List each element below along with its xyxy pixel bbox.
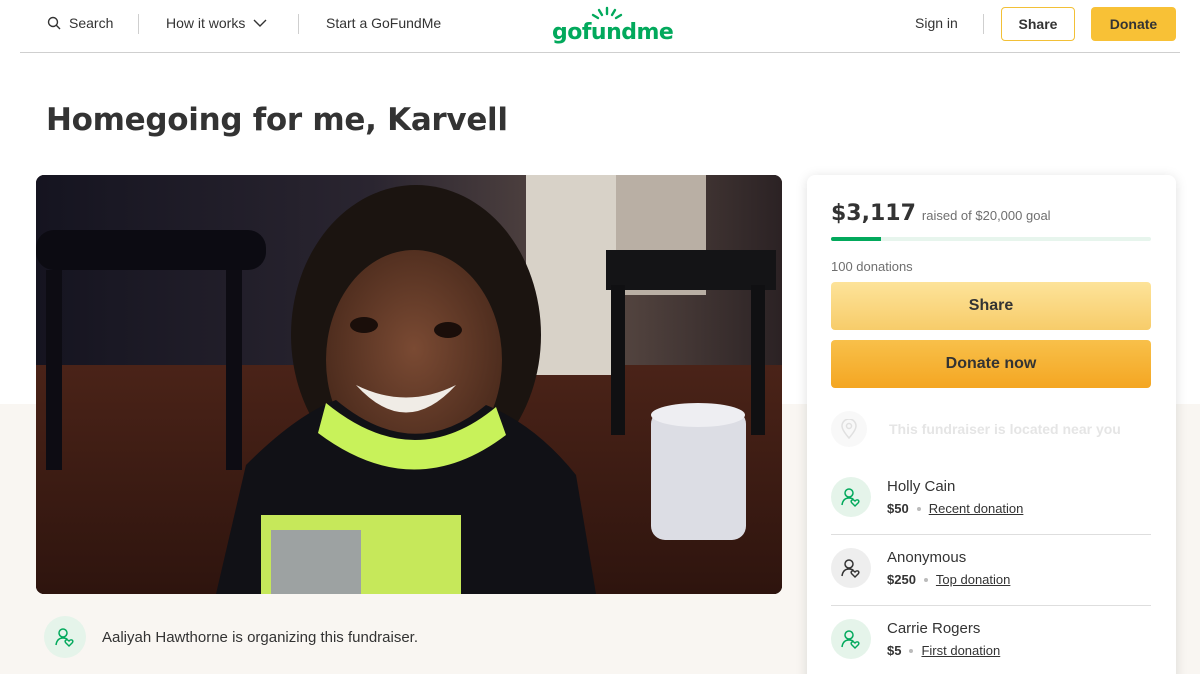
page-title: Homegoing for me, Karvell (46, 102, 508, 138)
user-heart-icon (841, 559, 860, 578)
amount-raised: $3,117 (831, 201, 916, 226)
donor-divider (831, 534, 1151, 535)
sign-in-link[interactable]: Sign in (915, 15, 958, 31)
how-it-works-label: How it works (166, 15, 246, 31)
donor-amount: $50 (887, 501, 909, 516)
user-heart-icon (841, 630, 860, 649)
search-link[interactable]: Search (47, 15, 113, 31)
top-nav: Search How it works Start a GoFundMe gof… (0, 0, 1200, 52)
amount-raised-row: $3,117 raised of $20,000 goal (831, 201, 1051, 226)
donate-now-button[interactable]: Donate now (831, 340, 1151, 388)
search-label: Search (69, 15, 114, 31)
nav-divider (138, 14, 139, 34)
user-heart-icon (841, 488, 860, 507)
nav-divider (983, 14, 984, 34)
donor-divider (831, 605, 1151, 606)
start-gofundme-link[interactable]: Start a GoFundMe (326, 15, 441, 31)
first-donation-link[interactable]: First donation (921, 643, 1000, 658)
location-text: This fundraiser is located near you (889, 421, 1121, 437)
location-notice: This fundraiser is located near you (831, 411, 1121, 447)
recent-donation-link[interactable]: Recent donation (929, 501, 1024, 516)
donor-name: Anonymous (887, 549, 967, 566)
organizer-text: Aaliyah Hawthorne is organizing this fun… (102, 628, 419, 646)
how-it-works-menu[interactable]: How it works (166, 15, 267, 31)
goal-text: raised of $20,000 goal (921, 208, 1051, 223)
donor-avatar (831, 619, 871, 659)
share-button[interactable]: Share (831, 282, 1151, 330)
donor-avatar (831, 548, 871, 588)
separator-dot (916, 506, 921, 511)
donor-name: Holly Cain (887, 478, 956, 495)
separator-dot (909, 648, 914, 653)
start-gofundme-label: Start a GoFundMe (326, 15, 442, 31)
sign-in-label: Sign in (915, 15, 958, 31)
donor-amount: $250 (887, 572, 916, 587)
user-heart-icon (55, 628, 74, 647)
donor-amount: $5 (887, 643, 902, 658)
progress-bar-fill (831, 237, 881, 241)
search-icon (47, 16, 61, 30)
organizer-row: Aaliyah Hawthorne is organizing this fun… (44, 616, 418, 658)
nav-divider (298, 14, 299, 34)
header-divider (20, 52, 1180, 53)
donation-sidebar-card: $3,117 raised of $20,000 goal 100 donati… (807, 175, 1176, 674)
organizer-avatar[interactable] (44, 616, 86, 658)
separator-dot (923, 577, 928, 582)
donor-name: Carrie Rogers (887, 620, 981, 637)
top-donation-link[interactable]: Top donation (936, 572, 1010, 587)
share-button-header[interactable]: Share (1001, 7, 1075, 41)
fundraiser-photo[interactable] (36, 175, 782, 594)
gofundme-logo[interactable]: gofundme (552, 6, 674, 46)
chevron-down-icon (253, 19, 267, 27)
donation-count: 100 donations (831, 259, 913, 274)
donate-button-header[interactable]: Donate (1091, 7, 1176, 41)
donor-item: Carrie Rogers $5 First donation (831, 619, 1151, 659)
logo-text: gofundme (552, 20, 674, 45)
donor-item: Anonymous $250 Top donation (831, 548, 1151, 588)
child-photo-image (36, 175, 782, 594)
donor-item: Holly Cain $50 Recent donation (831, 477, 1151, 517)
donor-avatar (831, 477, 871, 517)
progress-bar (831, 237, 1151, 241)
location-pin-icon (831, 411, 867, 447)
